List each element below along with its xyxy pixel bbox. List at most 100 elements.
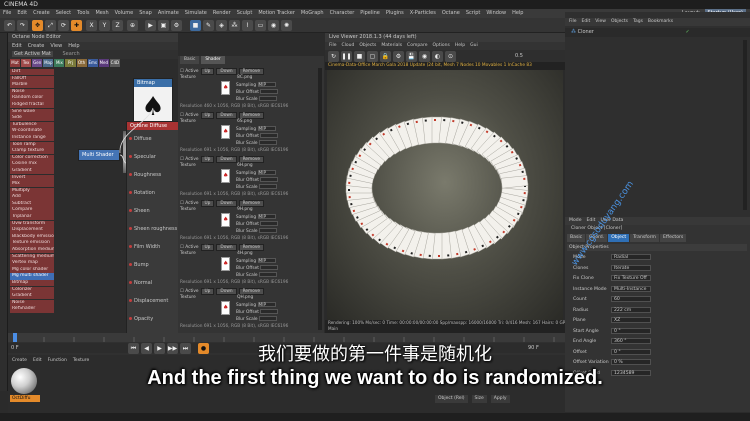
blur-scale-field[interactable]: [258, 140, 277, 145]
menu-item[interactable]: Objects: [359, 42, 376, 50]
tab-transform[interactable]: Transform: [630, 234, 660, 242]
attribute-value[interactable]: 222 cm: [611, 306, 651, 313]
subdivision-icon[interactable]: ◈: [216, 20, 227, 31]
down-button[interactable]: Down: [216, 68, 237, 75]
z-axis-icon[interactable]: Z: [112, 20, 123, 31]
sampling-dropdown[interactable]: MIP: [257, 214, 276, 220]
menu-item[interactable]: Compare: [407, 42, 427, 50]
menu-item[interactable]: File: [569, 18, 577, 26]
card-thumbnail[interactable]: [221, 257, 230, 271]
menu-item[interactable]: Edit: [17, 9, 27, 18]
card-thumbnail[interactable]: [221, 169, 230, 183]
menu-item[interactable]: Plugins: [386, 9, 404, 18]
menu-item[interactable]: X-Particles: [410, 9, 436, 18]
menu-item[interactable]: Pipeline: [360, 9, 380, 18]
menu-item[interactable]: Snap: [139, 9, 152, 18]
active-checkbox[interactable]: ☐: [180, 289, 184, 294]
down-button[interactable]: Down: [216, 112, 237, 119]
menu-item[interactable]: File: [3, 9, 11, 18]
coordinate-system-icon[interactable]: ⊕: [127, 20, 138, 31]
down-button[interactable]: Down: [216, 244, 237, 251]
active-checkbox[interactable]: ☐: [180, 201, 184, 206]
menu-item[interactable]: MoGraph: [301, 9, 324, 18]
menu-item[interactable]: Animate: [158, 9, 179, 18]
coord-mode-dropdown[interactable]: Object (Rel): [435, 395, 468, 403]
remove-button[interactable]: Remove: [238, 288, 265, 295]
menu-item[interactable]: Help: [512, 9, 523, 18]
active-checkbox[interactable]: ☐: [180, 113, 184, 118]
attribute-value[interactable]: 60: [611, 296, 651, 302]
menu-item[interactable]: Select: [56, 9, 71, 18]
y-axis-icon[interactable]: Y: [99, 20, 110, 31]
x-axis-icon[interactable]: X: [86, 20, 97, 31]
apply-button[interactable]: Apply: [490, 395, 510, 403]
tab-basic[interactable]: Basic: [567, 234, 586, 242]
sampling-dropdown[interactable]: MIP: [257, 302, 276, 308]
blur-offset-field[interactable]: [260, 133, 279, 138]
up-button[interactable]: Up: [200, 68, 215, 75]
card-thumbnail[interactable]: [221, 301, 230, 315]
cube-icon[interactable]: ■: [190, 20, 201, 31]
menu-item[interactable]: Mode: [569, 217, 582, 225]
focus-icon[interactable]: ⊙: [445, 51, 456, 62]
deformer-icon[interactable]: ⌇: [242, 20, 253, 31]
menu-item[interactable]: View: [595, 18, 606, 26]
menu-item[interactable]: Bookmarks: [648, 18, 673, 26]
menu-item[interactable]: Materials: [381, 42, 402, 50]
card-thumbnail[interactable]: [221, 81, 230, 95]
move-tool-icon[interactable]: ✥: [32, 20, 43, 31]
visibility-icon[interactable]: ✓: [685, 29, 689, 35]
remove-button[interactable]: Remove: [238, 156, 265, 163]
menu-item[interactable]: Tools: [77, 9, 89, 18]
floor-icon[interactable]: ▭: [255, 20, 266, 31]
undo-icon[interactable]: ↶: [4, 20, 15, 31]
tab-effectors[interactable]: Effectors: [660, 234, 687, 242]
send-scene-icon[interactable]: ↻: [328, 51, 339, 62]
attribute-value[interactable]: Iterate: [611, 264, 651, 271]
blur-offset-field[interactable]: [260, 309, 279, 314]
attribute-value[interactable]: 0 °: [611, 327, 651, 334]
up-button[interactable]: Up: [200, 244, 215, 251]
card-thumbnail[interactable]: [221, 125, 230, 139]
attribute-value[interactable]: Fix Texture Off: [611, 275, 651, 281]
menu-item[interactable]: Edit: [587, 217, 596, 225]
object-row[interactable]: ⁂ Cloner ✓: [565, 28, 750, 37]
up-button[interactable]: Up: [200, 288, 215, 295]
sampling-dropdown[interactable]: MIP: [257, 170, 276, 176]
blur-scale-field[interactable]: [258, 184, 277, 189]
sampling-dropdown[interactable]: MIP: [257, 258, 276, 264]
texture-file[interactable]: 6S.png: [237, 119, 252, 124]
down-button[interactable]: Down: [216, 156, 237, 163]
active-checkbox[interactable]: ☐: [180, 157, 184, 162]
zoom-value[interactable]: 0.5: [515, 53, 523, 59]
sampling-dropdown[interactable]: MIP: [257, 82, 276, 88]
pen-icon[interactable]: ✎: [203, 20, 214, 31]
menu-item[interactable]: Volume: [115, 9, 134, 18]
scrollbar[interactable]: [743, 40, 747, 210]
tab-basic[interactable]: Basic: [180, 56, 200, 64]
menu-item[interactable]: Script: [466, 9, 481, 18]
menu-item[interactable]: Tags: [633, 18, 643, 26]
remove-button[interactable]: Remove: [238, 244, 265, 251]
pause-icon[interactable]: ❚❚: [341, 51, 352, 62]
stop-icon[interactable]: ■: [354, 51, 365, 62]
light-icon[interactable]: ✺: [281, 20, 292, 31]
render-settings-icon[interactable]: ⚙: [171, 20, 182, 31]
remove-button[interactable]: Remove: [238, 68, 265, 75]
remove-button[interactable]: Remove: [238, 200, 265, 207]
lock-icon[interactable]: 🔒: [380, 51, 391, 62]
menu-item[interactable]: Simulate: [185, 9, 207, 18]
blur-scale-field[interactable]: [258, 96, 277, 101]
menu-item[interactable]: Octane: [442, 9, 460, 18]
settings-icon[interactable]: ⚙: [393, 51, 404, 62]
up-button[interactable]: Up: [200, 200, 215, 207]
size-dropdown[interactable]: Size: [471, 395, 487, 403]
menu-item[interactable]: Cloud: [342, 42, 355, 50]
blur-scale-field[interactable]: [258, 316, 277, 321]
scrollbar[interactable]: [318, 68, 322, 330]
blur-scale-field[interactable]: [258, 272, 277, 277]
blur-scale-field[interactable]: [258, 228, 277, 233]
down-button[interactable]: Down: [216, 288, 237, 295]
render-view-icon[interactable]: ▶: [145, 20, 156, 31]
scale-tool-icon[interactable]: ⤢: [45, 20, 56, 31]
